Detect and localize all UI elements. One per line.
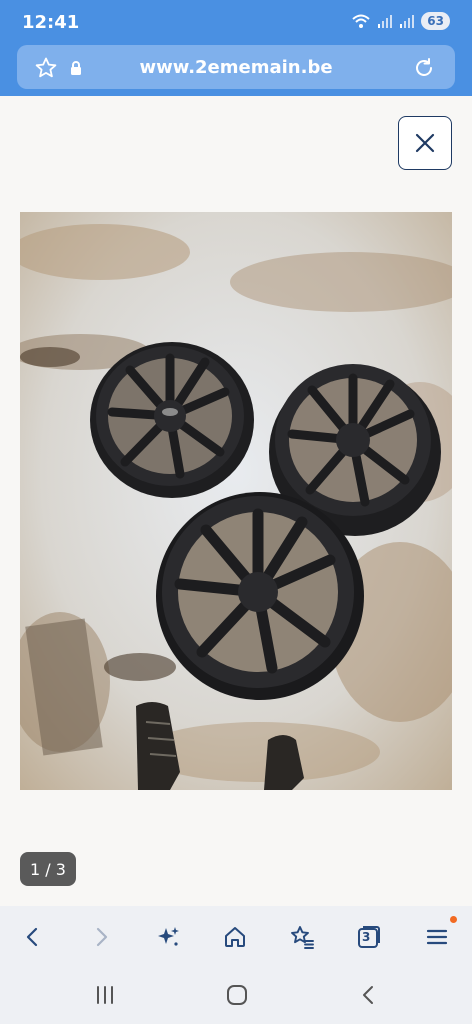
url-text[interactable]: www.2ememain.be bbox=[17, 57, 455, 78]
back-icon bbox=[26, 927, 38, 947]
wifi-icon bbox=[352, 14, 370, 28]
system-navbar bbox=[0, 966, 472, 1024]
close-button[interactable] bbox=[398, 116, 452, 170]
recent-apps-button[interactable] bbox=[90, 980, 120, 1010]
bookmarks-icon bbox=[291, 926, 314, 949]
forward-icon bbox=[96, 927, 108, 947]
home-nav-icon bbox=[227, 985, 247, 1005]
menu-icon bbox=[426, 929, 448, 945]
gallery-photo[interactable] bbox=[20, 212, 452, 790]
home-button[interactable] bbox=[218, 920, 252, 954]
tabs-button[interactable]: 3 bbox=[352, 920, 386, 954]
bookmarks-button[interactable] bbox=[285, 920, 319, 954]
ai-button[interactable] bbox=[151, 920, 185, 954]
wheel-1 bbox=[90, 342, 254, 498]
home-icon bbox=[225, 927, 245, 947]
status-icons: 63 bbox=[351, 12, 450, 30]
image-counter: 1 / 3 bbox=[20, 852, 76, 886]
forward-button[interactable] bbox=[84, 920, 118, 954]
url-bar[interactable]: www.2ememain.be bbox=[17, 45, 455, 89]
menu-button[interactable] bbox=[420, 920, 454, 954]
browser-header: www.2ememain.be bbox=[0, 42, 472, 96]
signal-icon bbox=[378, 15, 393, 28]
wheels-photo bbox=[20, 212, 452, 790]
wheel-3 bbox=[156, 492, 364, 700]
back-button[interactable] bbox=[16, 920, 50, 954]
battery-indicator: 63 bbox=[421, 12, 450, 30]
back-nav-button[interactable] bbox=[354, 980, 384, 1010]
reload-icon[interactable] bbox=[411, 55, 437, 81]
status-bar: 12:41 63 bbox=[0, 0, 472, 42]
status-time: 12:41 bbox=[22, 12, 80, 33]
recent-apps-icon bbox=[97, 986, 113, 1004]
notification-dot bbox=[450, 916, 457, 923]
tabs-count: 3 bbox=[362, 930, 371, 944]
browser-toolbar: 3 bbox=[0, 906, 472, 966]
signal-icon-2 bbox=[400, 15, 415, 28]
back-nav-icon bbox=[363, 986, 373, 1004]
close-icon bbox=[415, 133, 435, 153]
sparkle-icon bbox=[158, 927, 179, 946]
home-nav-button[interactable] bbox=[222, 980, 252, 1010]
